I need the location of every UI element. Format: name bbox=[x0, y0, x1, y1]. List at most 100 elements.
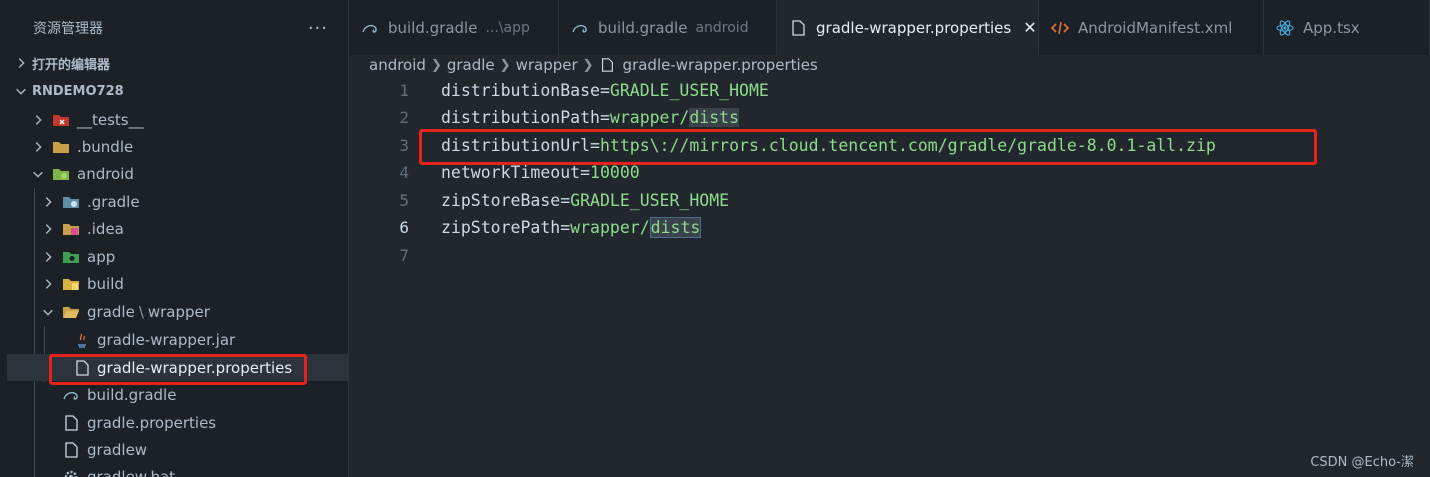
tree-item-gradle-wrapper-jar[interactable]: gradle-wrapper.jar bbox=[7, 326, 348, 353]
tree-item-label: .bundle bbox=[77, 137, 134, 156]
tab-label: build.gradle bbox=[388, 18, 478, 37]
tree-item-android[interactable]: android bbox=[7, 160, 348, 187]
line-number: 2 bbox=[399, 108, 409, 127]
chevron-right-icon bbox=[35, 141, 42, 152]
tree-item-label: app bbox=[87, 247, 116, 266]
tree-item-dot-gradle[interactable]: .gradle bbox=[7, 188, 348, 215]
gear-icon bbox=[64, 470, 78, 477]
chevron-right-icon: ❯ bbox=[499, 57, 511, 73]
highlight-annotation-box bbox=[49, 354, 307, 385]
tree-item-gradle-properties[interactable]: gradle.properties bbox=[7, 409, 348, 436]
tree-item-gradle-wrapper[interactable]: gradle \ wrapper bbox=[7, 298, 348, 325]
tree-item-idea[interactable]: .idea bbox=[7, 215, 348, 242]
tree-item-label: .gradle bbox=[87, 192, 140, 211]
line-number: 7 bbox=[399, 246, 409, 265]
explorer-header: 资源管理器 ··· bbox=[0, 0, 348, 56]
breadcrumb-gradle[interactable]: gradle bbox=[447, 56, 495, 74]
line-number: 4 bbox=[399, 163, 409, 182]
react-icon bbox=[1276, 19, 1294, 37]
file-icon bbox=[789, 19, 807, 37]
code-text: distributionBase=GRADLE_USER_HOME bbox=[441, 81, 769, 100]
tab-description: ...\app bbox=[485, 19, 530, 36]
chevron-right-icon bbox=[45, 223, 52, 234]
gradle-file-icon bbox=[63, 391, 78, 400]
editor-tab-bar: build.gradle ...\app build.gradle androi… bbox=[349, 0, 1430, 55]
tree-item-gradlew[interactable]: gradlew bbox=[7, 436, 348, 463]
chevron-right-icon bbox=[45, 251, 52, 262]
tree-item-gradlew-bat[interactable]: gradlew.bat bbox=[7, 463, 348, 477]
file-icon bbox=[65, 441, 78, 458]
gradle-file-icon bbox=[571, 19, 589, 37]
chevron-right-icon bbox=[35, 114, 42, 125]
project-section[interactable]: RNDEMO728 bbox=[0, 78, 348, 104]
open-folder-icon bbox=[63, 306, 79, 318]
tree-item-label: gradle \ wrapper bbox=[87, 302, 210, 321]
tree-item-label: __tests__ bbox=[77, 110, 144, 129]
code-line[interactable]: 1 distributionBase=GRADLE_USER_HOME bbox=[349, 77, 1430, 104]
line-number: 5 bbox=[399, 191, 409, 210]
code-text: zipStorePath=wrapper/dists bbox=[441, 217, 702, 238]
close-icon[interactable]: ✕ bbox=[1023, 18, 1036, 37]
project-name: RNDEMO728 bbox=[32, 83, 124, 99]
line-number: 3 bbox=[399, 136, 409, 155]
xml-icon bbox=[1051, 19, 1069, 37]
tree-item-label: gradle.properties bbox=[87, 413, 217, 432]
code-text: distributionPath=wrapper/dists bbox=[441, 108, 740, 127]
breadcrumb-file[interactable]: gradle-wrapper.properties bbox=[623, 56, 818, 74]
watermark: CSDN @Echo-潔 bbox=[1310, 455, 1414, 470]
code-line[interactable]: 2 distributionPath=wrapper/dists bbox=[349, 104, 1430, 131]
tab-gradle-wrapper-properties[interactable]: gradle-wrapper.properties ✕ bbox=[777, 0, 1039, 55]
code-line[interactable]: 5 zipStoreBase=GRADLE_USER_HOME bbox=[349, 187, 1430, 214]
code-line-current[interactable]: 6 zipStorePath=wrapper/dists bbox=[349, 214, 1430, 241]
chevron-down-icon bbox=[16, 88, 26, 95]
explorer-sidebar: 资源管理器 ··· 打开的编辑器 RNDEMO728 __tests__ .bu… bbox=[0, 0, 349, 477]
tab-app-tsx[interactable]: App.tsx bbox=[1264, 0, 1430, 55]
chevron-down-icon bbox=[43, 309, 53, 316]
tree-item-build[interactable]: build bbox=[7, 270, 348, 297]
tree-item-label: gradlew bbox=[87, 440, 148, 459]
java-icon bbox=[78, 333, 86, 348]
chevron-right-icon bbox=[45, 278, 52, 289]
tab-label: AndroidManifest.xml bbox=[1078, 18, 1233, 37]
tree-item-label: build.gradle bbox=[87, 385, 177, 404]
breadcrumb: android ❯ gradle ❯ wrapper ❯ gradle-wrap… bbox=[369, 54, 818, 76]
open-editors-section[interactable]: 打开的编辑器 bbox=[0, 50, 348, 76]
tests-folder-icon bbox=[53, 114, 69, 126]
chevron-right-icon bbox=[18, 58, 25, 68]
tree-item-label: android bbox=[77, 164, 134, 183]
explorer-title: 资源管理器 bbox=[33, 21, 103, 37]
tree-item-bundle[interactable]: .bundle bbox=[7, 133, 348, 160]
tab-build-gradle-app[interactable]: build.gradle ...\app bbox=[349, 0, 559, 55]
tab-android-manifest[interactable]: AndroidManifest.xml bbox=[1039, 0, 1264, 55]
code-text: zipStoreBase=GRADLE_USER_HOME bbox=[441, 191, 730, 210]
tab-label: gradle-wrapper.properties bbox=[816, 18, 1012, 37]
breadcrumb-android[interactable]: android bbox=[369, 56, 426, 74]
chevron-right-icon bbox=[45, 196, 52, 207]
chevron-right-icon: ❯ bbox=[582, 57, 594, 73]
tree-item-tests[interactable]: __tests__ bbox=[7, 106, 348, 133]
folder-icon bbox=[53, 141, 69, 153]
code-line[interactable]: 7 bbox=[349, 242, 1430, 269]
chevron-down-icon bbox=[33, 171, 43, 178]
tree-item-label: .idea bbox=[87, 219, 124, 238]
more-actions-icon[interactable]: ··· bbox=[308, 18, 328, 39]
tab-label: build.gradle bbox=[598, 18, 688, 37]
open-editors-label: 打开的编辑器 bbox=[32, 57, 111, 73]
tree-item-label: build bbox=[87, 274, 124, 293]
tree-item-build-gradle[interactable]: build.gradle bbox=[7, 381, 348, 408]
highlight-annotation-box bbox=[419, 129, 1317, 165]
gradle-file-icon bbox=[361, 19, 379, 37]
file-icon bbox=[601, 58, 613, 72]
build-folder-icon bbox=[63, 278, 79, 290]
tree-item-label: gradle-wrapper.jar bbox=[97, 330, 236, 349]
tab-label: App.tsx bbox=[1303, 18, 1360, 37]
breadcrumb-wrapper[interactable]: wrapper bbox=[516, 56, 578, 74]
tree-item-app[interactable]: app bbox=[7, 243, 348, 270]
file-icon bbox=[65, 414, 78, 431]
app-folder-icon bbox=[63, 251, 79, 263]
android-folder-icon bbox=[53, 168, 69, 180]
line-number: 1 bbox=[399, 81, 409, 100]
code-text: networkTimeout=10000 bbox=[441, 163, 640, 182]
tab-build-gradle-android[interactable]: build.gradle android bbox=[559, 0, 777, 55]
chevron-right-icon: ❯ bbox=[430, 57, 442, 73]
